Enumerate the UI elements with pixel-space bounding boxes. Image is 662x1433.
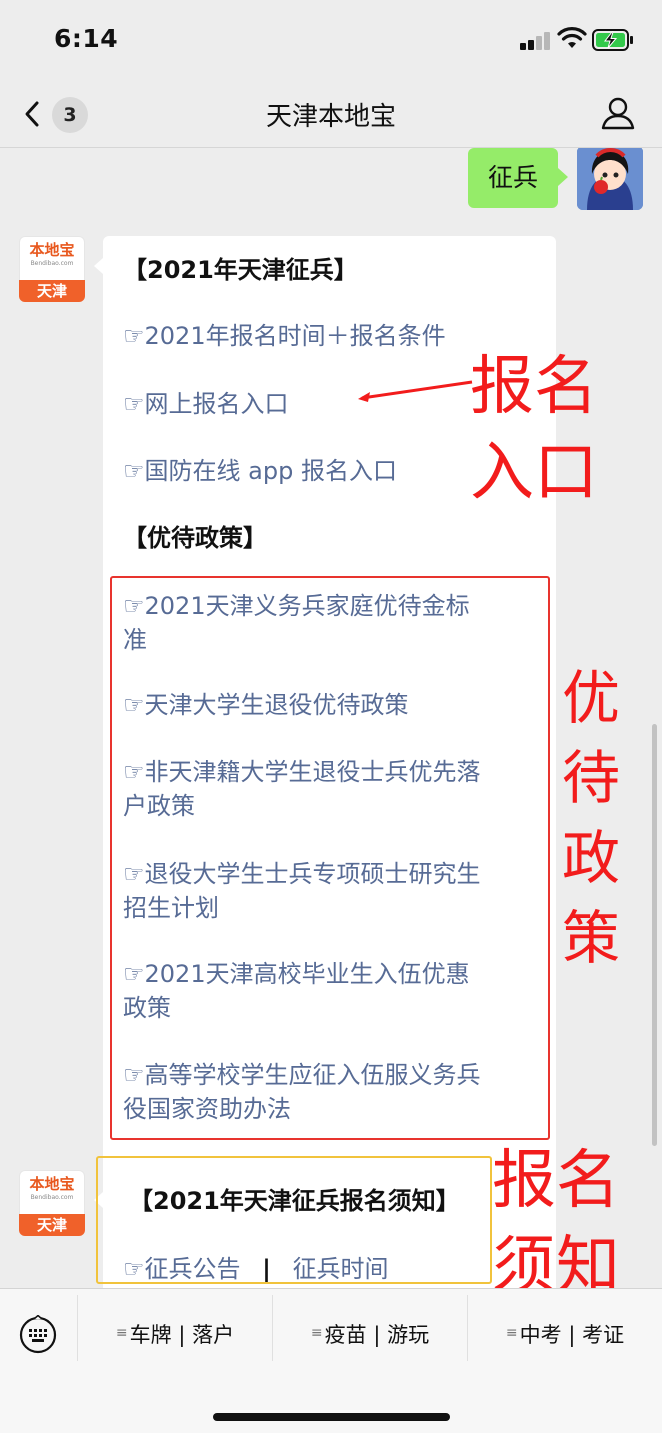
logo-url: Bendibao.com — [30, 260, 74, 267]
logo-url: Bendibao.com — [30, 1194, 74, 1201]
cartoon-princess-avatar-image — [577, 148, 643, 210]
profile-icon[interactable] — [599, 94, 637, 132]
section-heading-recruitment: 【2021年天津征兵】 — [123, 256, 358, 284]
annotation-registration-notice: 报名 须知 — [492, 1144, 620, 1288]
annotation-arrow — [358, 380, 473, 402]
logo-city: 天津 — [19, 1214, 85, 1236]
chat-area[interactable]: 征兵 本地宝 Bendibao.com 天津 【2021年天津征兵】 ☞2021… — [0, 148, 662, 1288]
cellular-signal-icon — [520, 32, 552, 50]
logo-text: 本地宝 — [29, 1175, 75, 1193]
user-avatar[interactable] — [577, 148, 643, 210]
status-time: 6:14 — [54, 24, 119, 53]
bottom-menu: ≡车牌 | 落户 ≡疫苗 | 游玩 ≡中考 | 考证 — [0, 1288, 662, 1433]
menu-list-icon: ≡ — [115, 1325, 128, 1341]
annotation-preferential-policy: 优 待 政 策 — [561, 664, 620, 972]
section-heading-policy: 【优待政策】 — [123, 524, 267, 552]
battery-charging-icon — [592, 29, 633, 51]
scrollbar[interactable] — [652, 724, 657, 1146]
home-indicator[interactable] — [213, 1413, 450, 1421]
user-message-bubble[interactable]: 征兵 — [467, 148, 569, 208]
menu-item-exam-certificate[interactable]: ≡中考 | 考证 — [468, 1289, 662, 1367]
nav-bar: 3 天津本地宝 — [0, 80, 662, 148]
bot-avatar[interactable]: 本地宝 Bendibao.com 天津 — [19, 236, 85, 302]
keyboard-icon[interactable] — [18, 1315, 58, 1355]
bot-avatar[interactable]: 本地宝 Bendibao.com 天津 — [19, 1170, 85, 1236]
wifi-icon — [557, 27, 587, 48]
annotation-registration-entry: 报名 入口 — [470, 350, 598, 510]
menu-item-vaccine-travel[interactable]: ≡疫苗 | 游玩 — [273, 1289, 467, 1367]
menu-item-license-residency[interactable]: ≡车牌 | 落户 — [78, 1289, 272, 1367]
notice-highlight-box — [96, 1156, 492, 1284]
logo-text: 本地宝 — [29, 241, 75, 259]
menu-list-icon: ≡ — [310, 1325, 323, 1341]
status-bar: 6:14 — [0, 0, 662, 80]
policy-highlight-box — [110, 576, 550, 1140]
chat-title: 天津本地宝 — [265, 102, 396, 132]
logo-city: 天津 — [19, 280, 85, 302]
menu-list-icon: ≡ — [505, 1325, 518, 1341]
